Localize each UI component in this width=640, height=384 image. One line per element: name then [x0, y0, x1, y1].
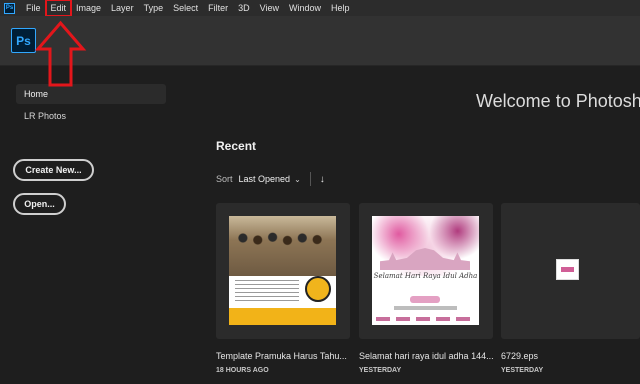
- menu-type[interactable]: Type: [139, 0, 169, 16]
- sidebar: Home LR Photos Create New... Open...: [0, 67, 190, 384]
- annotation-up-arrow-icon: [34, 20, 87, 87]
- thumbnail-text-block: [235, 280, 299, 304]
- recent-file-time: 18 HOURS AGO: [216, 367, 269, 374]
- sidebar-item-lr-photos[interactable]: LR Photos: [24, 111, 66, 121]
- sort-divider: [309, 172, 311, 186]
- recent-file-time: YESTERDAY: [359, 367, 402, 374]
- open-button[interactable]: Open...: [13, 193, 66, 215]
- file-thumbnail: [556, 259, 579, 280]
- menu-edit[interactable]: Edit: [44, 0, 73, 17]
- app-bar: Ps: [0, 16, 640, 66]
- sort-label: Sort: [216, 174, 233, 184]
- chevron-down-icon[interactable]: ⌄: [294, 175, 301, 184]
- menu-select[interactable]: Select: [168, 0, 203, 16]
- menu-filter[interactable]: Filter: [203, 0, 233, 16]
- thumbnail-footer: [376, 317, 475, 321]
- photoshop-app-icon[interactable]: Ps: [4, 2, 15, 14]
- file-thumbnail: Selamat Hari Raya Idul Adha: [372, 216, 479, 325]
- menu-layer[interactable]: Layer: [106, 0, 139, 16]
- menu-3d[interactable]: 3D: [233, 0, 255, 16]
- thumbnail-year-pill: [410, 296, 440, 303]
- thumbnail-group-figures: [233, 226, 332, 266]
- thumbnail-text-line: [394, 306, 457, 310]
- recent-file-card[interactable]: Selamat Hari Raya Idul Adha: [359, 203, 493, 339]
- thumbnail-emblem: [305, 276, 331, 302]
- thumbnail-footer-band: [229, 308, 336, 325]
- sort-dropdown[interactable]: Last Opened: [239, 174, 291, 184]
- menu-bar: Ps File Edit Image Layer Type Select Fil…: [0, 0, 640, 17]
- recent-file-name[interactable]: 6729.eps: [501, 351, 538, 361]
- welcome-heading: Welcome to Photoshop: [476, 91, 640, 111]
- recent-file-time: YESTERDAY: [501, 367, 544, 374]
- menu-image[interactable]: Image: [71, 0, 106, 16]
- menu-view[interactable]: View: [255, 0, 284, 16]
- file-thumbnail: [229, 216, 336, 325]
- sort-direction-icon[interactable]: ↓: [320, 174, 325, 185]
- sort-controls: Sort Last Opened ⌄ ↓: [216, 172, 325, 186]
- recent-heading: Recent: [216, 139, 257, 153]
- recent-file-name[interactable]: Selamat hari raya idul adha 144...: [359, 351, 494, 361]
- menu-file[interactable]: File: [21, 0, 46, 16]
- menu-window[interactable]: Window: [284, 0, 326, 16]
- recent-file-name[interactable]: Template Pramuka Harus Tahu...: [216, 351, 347, 361]
- recent-file-card[interactable]: [216, 203, 350, 339]
- create-new-button[interactable]: Create New...: [13, 159, 94, 181]
- recent-file-card[interactable]: [501, 203, 640, 339]
- menu-help[interactable]: Help: [326, 0, 355, 16]
- thumbnail-greeting: Selamat Hari Raya Idul Adha: [373, 272, 478, 280]
